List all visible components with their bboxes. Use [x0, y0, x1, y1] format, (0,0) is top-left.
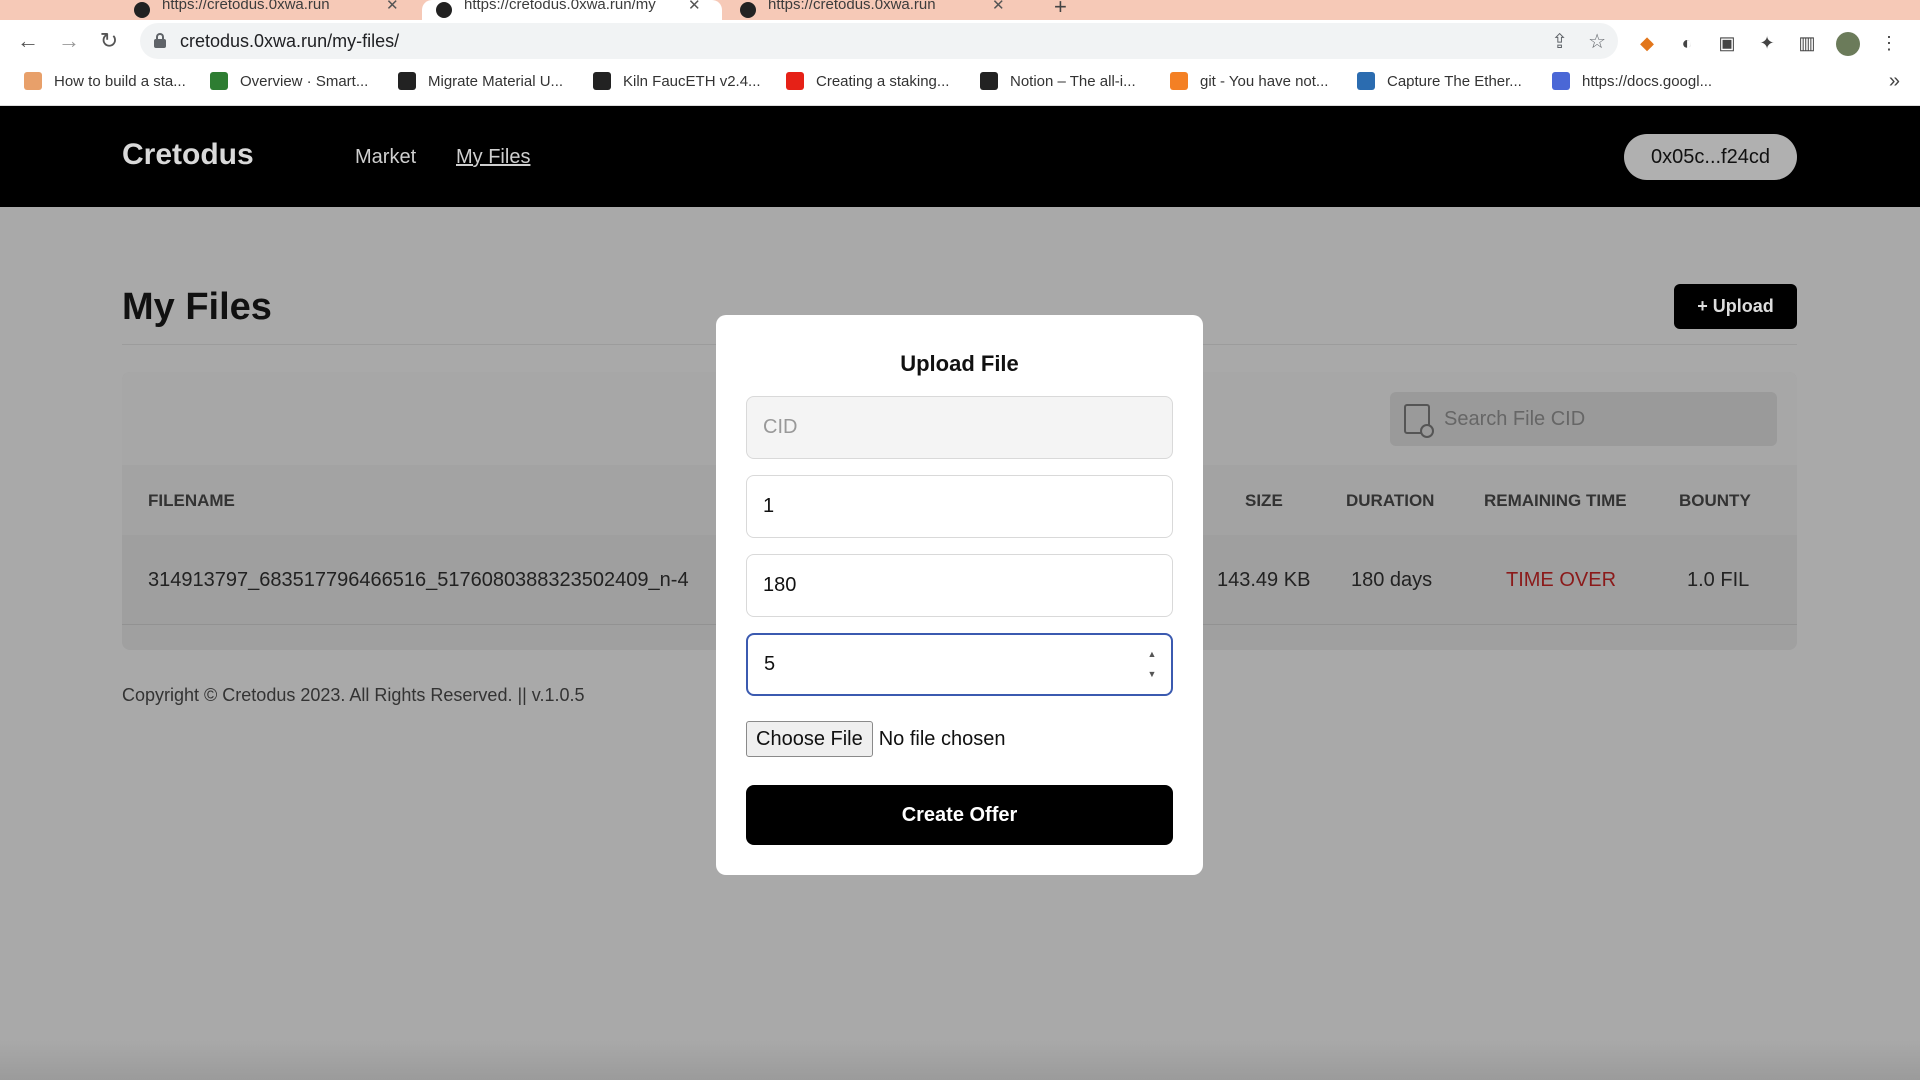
cid-input[interactable]	[746, 396, 1173, 459]
bookmark-item[interactable]: Notion – The all-i...	[980, 72, 1136, 90]
bookmark-item[interactable]: https://docs.googl...	[1552, 72, 1712, 90]
cell-remaining-time: TIME OVER	[1506, 569, 1617, 591]
tab-favicon-icon	[134, 2, 150, 18]
bookmark-label: Kiln FaucETH v2.4...	[623, 72, 761, 90]
bookmark-item[interactable]: Migrate Material U...	[398, 72, 563, 90]
bookmark-label: Notion – The all-i...	[1010, 72, 1136, 90]
bookmark-item[interactable]: Overview · Smart...	[210, 72, 368, 90]
upload-file-modal: Upload File ▲ ▼ Choose File No file chos…	[716, 315, 1203, 875]
bookmark-label: git - You have not...	[1200, 72, 1329, 90]
tab-close-icon[interactable]: ✕	[386, 0, 399, 14]
browser-tab-2[interactable]: https://cretodus.0xwa.run/my ✕	[422, 0, 722, 20]
footer-copyright: Copyright © Cretodus 2023. All Rights Re…	[122, 685, 585, 705]
browser-tab-1[interactable]: https://cretodus.0xwa.run ✕	[120, 0, 420, 20]
bookmark-favicon-icon	[980, 72, 998, 90]
bookmark-favicon-icon	[786, 72, 804, 90]
tab-favicon-icon	[436, 2, 452, 18]
nav-my-files[interactable]: My Files	[456, 146, 530, 169]
lock-icon[interactable]	[154, 33, 166, 48]
stepper-up-icon[interactable]: ▲	[1148, 649, 1157, 659]
cell-size: 143.49 KB	[1217, 569, 1311, 591]
bookmark-favicon-icon	[24, 72, 42, 90]
file-status: No file chosen	[878, 727, 1006, 750]
bookmarks-bar: How to build a sta... Overview · Smart...…	[0, 62, 1920, 106]
profile-avatar[interactable]	[1836, 32, 1860, 56]
bookmark-favicon-icon	[1357, 72, 1375, 90]
offer-field-2[interactable]	[746, 475, 1173, 538]
bookmark-favicon-icon	[1170, 72, 1188, 90]
bookmark-label: How to build a sta...	[54, 72, 186, 90]
new-tab-icon[interactable]: +	[1054, 0, 1067, 20]
reload-icon[interactable]: ↻	[96, 28, 122, 54]
column-header-remaining-time[interactable]: REMAINING TIME	[1484, 491, 1627, 511]
bookmark-label: Migrate Material U...	[428, 72, 564, 90]
back-arrow-icon[interactable]: ←	[15, 28, 41, 54]
search-placeholder: Search File CID	[1444, 408, 1586, 430]
page-title: My Files	[122, 286, 272, 328]
bookmark-item[interactable]: git - You have not...	[1170, 72, 1328, 90]
bookmark-item[interactable]: Kiln FaucETH v2.4...	[593, 72, 761, 90]
url-text[interactable]: cretodus.0xwa.run/my-files/	[180, 31, 399, 52]
choose-file-button[interactable]: Choose File	[746, 721, 873, 757]
side-panel-icon[interactable]: ▥	[1796, 32, 1818, 54]
column-header-filename[interactable]: FILENAME	[148, 491, 235, 511]
column-header-size[interactable]: SIZE	[1245, 491, 1283, 511]
number-field-wrapper: ▲ ▼	[716, 633, 1203, 696]
picture-in-picture-icon[interactable]: ▣	[1716, 32, 1738, 54]
search-input[interactable]: Search File CID	[1390, 392, 1777, 446]
puzzle-extensions-icon[interactable]: ✦	[1756, 32, 1778, 54]
column-header-duration[interactable]: DURATION	[1346, 491, 1434, 511]
search-file-icon	[1404, 404, 1434, 438]
bookmark-item[interactable]: Creating a staking...	[786, 72, 949, 90]
create-offer-button[interactable]: Create Offer	[746, 785, 1173, 845]
tab-strip: https://cretodus.0xwa.run ✕ https://cret…	[0, 0, 1920, 20]
upload-button[interactable]: + Upload	[1674, 284, 1797, 329]
brand-logo[interactable]: Cretodus	[122, 138, 254, 172]
offer-field-4[interactable]	[746, 633, 1173, 696]
bookmarks-overflow-icon[interactable]: »	[1889, 70, 1900, 93]
tab-close-icon[interactable]: ✕	[688, 0, 701, 14]
address-bar[interactable]: cretodus.0xwa.run/my-files/ ⇪ ☆	[140, 23, 1618, 59]
forward-arrow-icon[interactable]: →	[56, 28, 82, 54]
tab-title: https://cretodus.0xwa.run/my	[464, 0, 656, 13]
bookmark-favicon-icon	[210, 72, 228, 90]
overlay-shade	[0, 1040, 1920, 1080]
metamask-extension-icon[interactable]: ◆	[1636, 32, 1658, 54]
tab-favicon-icon	[740, 2, 756, 18]
extension-icon[interactable]: ◐	[1676, 32, 1698, 54]
nav-market[interactable]: Market	[355, 146, 416, 169]
bookmark-label: Capture The Ether...	[1387, 72, 1522, 90]
bookmark-item[interactable]: Capture The Ether...	[1357, 72, 1522, 90]
offer-field-3[interactable]	[746, 554, 1173, 617]
bookmark-favicon-icon	[398, 72, 416, 90]
bookmark-favicon-icon	[1552, 72, 1570, 90]
bookmark-label: Creating a staking...	[816, 72, 950, 90]
column-header-bounty[interactable]: BOUNTY	[1679, 491, 1751, 511]
bookmark-star-icon[interactable]: ☆	[1588, 29, 1606, 54]
kebab-menu-icon[interactable]: ⋮	[1878, 32, 1900, 54]
bookmark-item[interactable]: How to build a sta...	[24, 72, 186, 90]
modal-title: Upload File	[900, 351, 1019, 376]
file-picker: Choose File No file chosen	[746, 721, 1005, 757]
cell-duration: 180 days	[1351, 569, 1433, 591]
browser-tab-3[interactable]: https://cretodus.0xwa.run ✕	[726, 0, 1026, 20]
browser-toolbar: ← → ↻ cretodus.0xwa.run/my-files/ ⇪ ☆ ◆ …	[0, 20, 1920, 62]
stepper-down-icon[interactable]: ▼	[1148, 669, 1157, 679]
bookmark-label: Overview · Smart...	[240, 72, 369, 90]
wallet-address-button[interactable]: 0x05c...f24cd	[1624, 134, 1797, 180]
share-icon[interactable]: ⇪	[1551, 29, 1568, 54]
bookmark-label: https://docs.googl...	[1582, 72, 1713, 90]
number-stepper[interactable]: ▲ ▼	[1145, 649, 1159, 679]
bookmark-favicon-icon	[593, 72, 611, 90]
tab-title: https://cretodus.0xwa.run	[162, 0, 330, 13]
cell-filename: 314913797_683517796466516_51760803883235…	[148, 569, 689, 591]
site-header: Cretodus Market My Files 0x05c...f24cd	[0, 106, 1920, 207]
tab-close-icon[interactable]: ✕	[992, 0, 1005, 14]
tab-title: https://cretodus.0xwa.run	[768, 0, 936, 13]
cell-bounty: 1.0 FIL	[1687, 569, 1750, 591]
